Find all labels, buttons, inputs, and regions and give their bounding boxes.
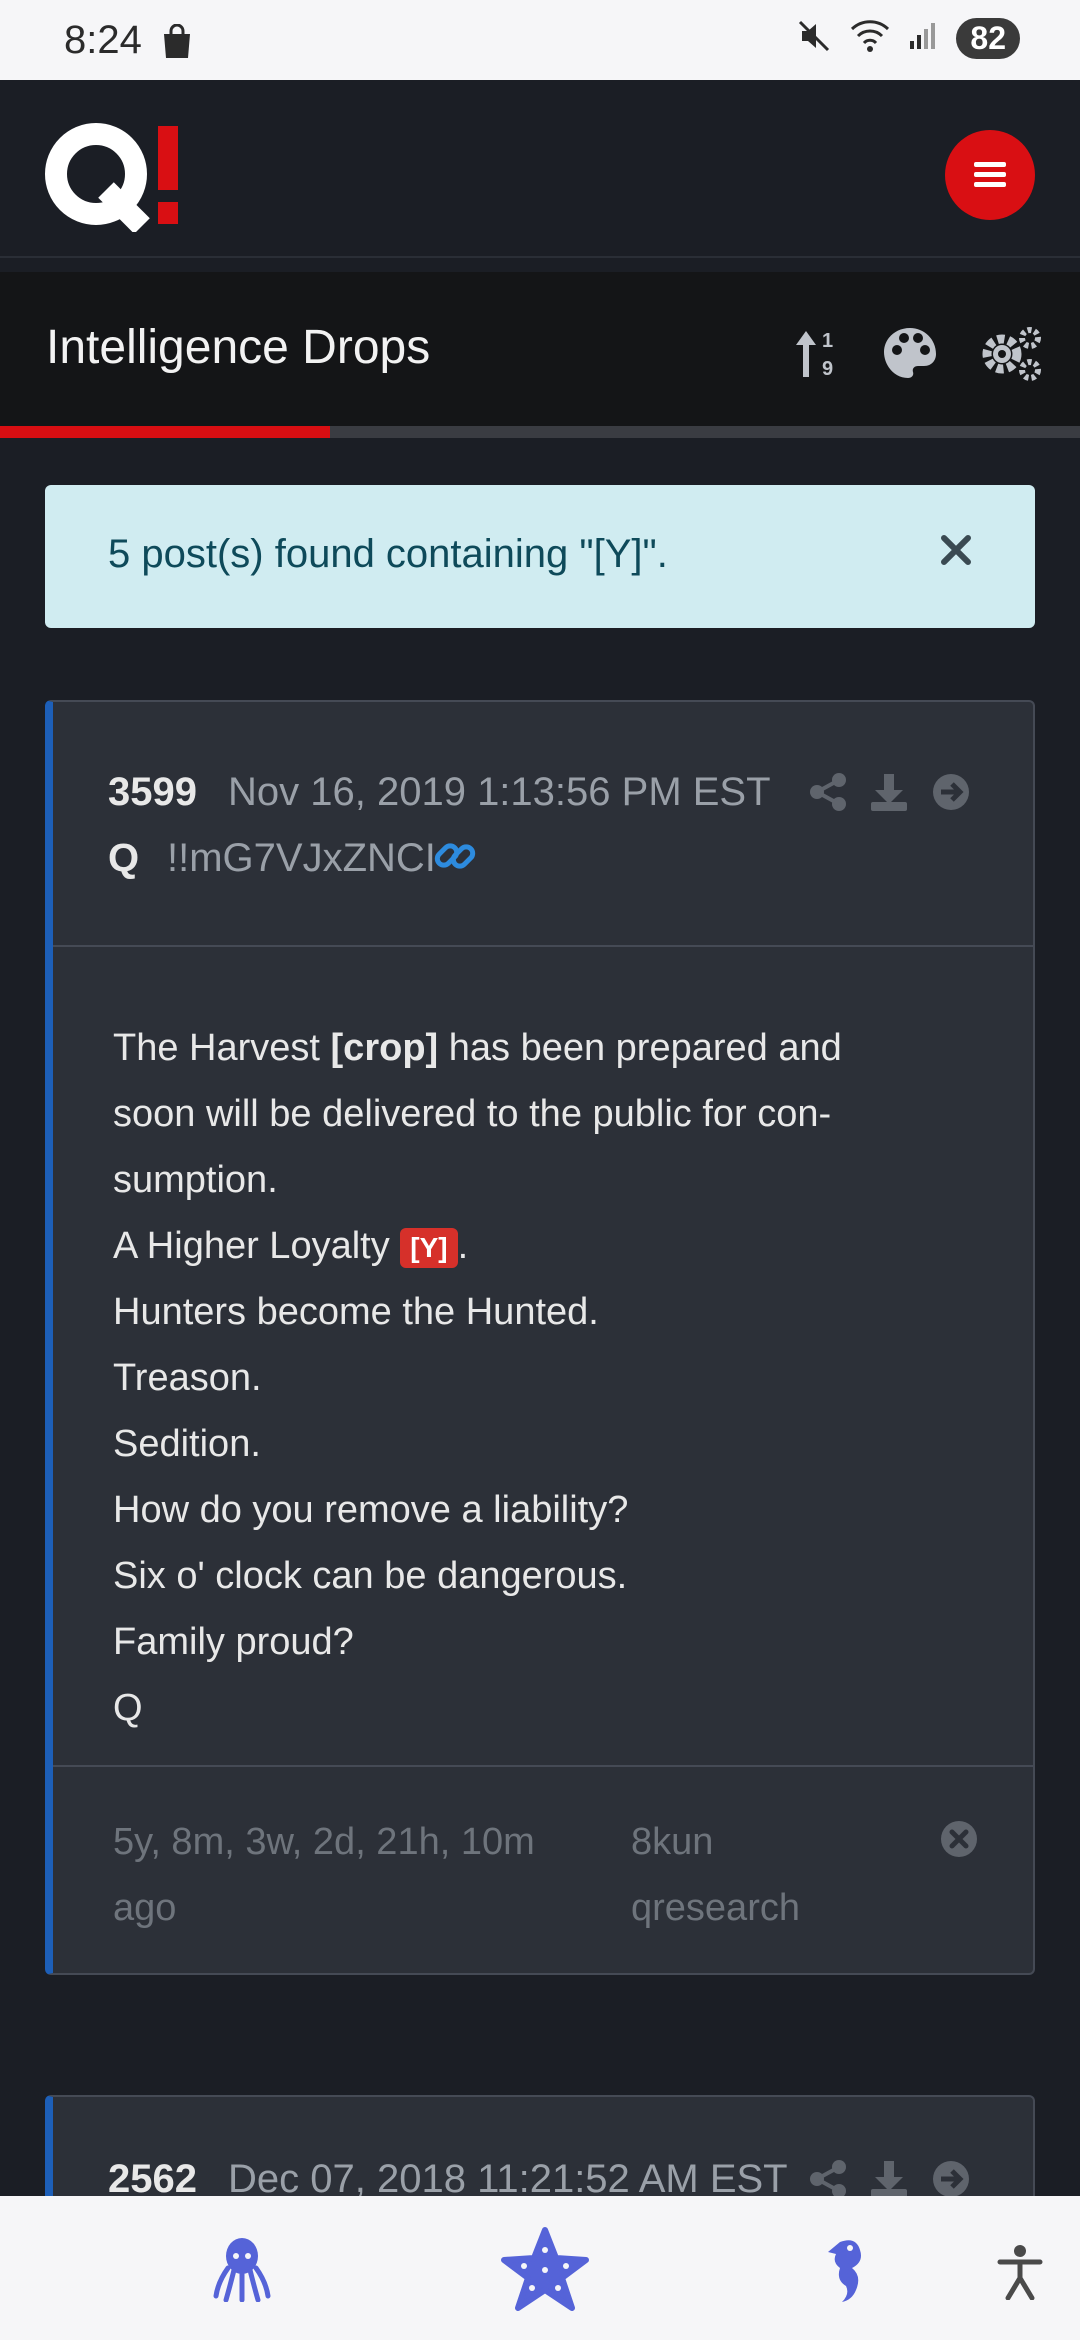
octopus-icon[interactable] [212, 2236, 272, 2307]
post-source-board: 8kun [631, 1821, 714, 1863]
post-body: The Harvest [crop] has been prepared and… [53, 947, 1033, 1767]
post-line: Six o' clock can be dangerous. [113, 1555, 628, 1597]
starfish-icon[interactable] [500, 2226, 590, 2317]
battery-indicator: 82 [956, 18, 1020, 59]
post-date: Nov 16, 2019 1:13:56 PM EST [228, 770, 771, 814]
sort-numeric-icon[interactable]: 19 [792, 325, 842, 386]
seahorse-icon[interactable] [826, 2236, 870, 2311]
arrow-circle-right-icon[interactable] [931, 772, 971, 817]
wifi-icon [850, 19, 890, 58]
post-text: The Harvest [113, 1027, 331, 1069]
post-line: Hunters become the Hunted. [113, 1291, 599, 1333]
svg-text:9: 9 [822, 358, 833, 380]
post-tripcode: !!mG7VJxZNCI [167, 836, 436, 880]
signal-icon [908, 21, 938, 56]
alert-message: 5 post(s) found containing "[Y]". [108, 532, 668, 576]
post-line: A Higher Loyalty [Y]. [113, 1213, 973, 1279]
post-text-bold: [crop] [330, 1027, 439, 1069]
q-logo[interactable] [44, 122, 184, 234]
post-line: sumption. [113, 1159, 278, 1201]
page-title: Intelligence Drops [46, 321, 431, 374]
status-time: 8:24 [64, 18, 142, 62]
post-age-line: 5y, 8m, 3w, 2d, 21h, 10m [113, 1821, 535, 1863]
post-header: 3599 Nov 16, 2019 1:13:56 PM EST Q !!mG7… [53, 702, 1033, 947]
hamburger-menu-icon[interactable] [945, 130, 1035, 220]
post-line: Treason. [113, 1357, 262, 1399]
post-text: has been prepared and [438, 1027, 842, 1069]
svg-text:1: 1 [822, 330, 833, 352]
post-line: How do you remove a liability? [113, 1489, 629, 1531]
scroll-progress-fill [0, 426, 331, 438]
post-number[interactable]: 3599 [108, 770, 197, 815]
post-source[interactable]: 8kun qresearch [631, 1809, 891, 1941]
scroll-progress-bar [0, 426, 1080, 438]
mute-icon [796, 18, 832, 59]
settings-gears-icon[interactable] [978, 324, 1044, 387]
post-source-channel: qresearch [631, 1887, 800, 1929]
search-highlight-tag: [Y] [400, 1227, 458, 1268]
download-icon[interactable] [869, 772, 909, 817]
post-line: Q [113, 1687, 143, 1729]
status-bar: 8:24 82 [0, 0, 1080, 80]
post-footer: 5y, 8m, 3w, 2d, 21h, 10m ago 8kun qresea… [53, 1767, 1033, 1972]
accessibility-icon[interactable] [996, 2244, 1044, 2305]
app-header [0, 80, 1080, 258]
post-line: Family proud? [113, 1621, 354, 1663]
share-icon[interactable] [809, 772, 847, 817]
post-line: Sedition. [113, 1423, 261, 1465]
post-age: 5y, 8m, 3w, 2d, 21h, 10m ago [113, 1809, 593, 1941]
bottom-navigation [0, 2196, 1080, 2340]
post-line: soon will be delivered to the public for… [113, 1093, 832, 1135]
shopping-bag-icon [160, 23, 194, 65]
search-result-alert: 5 post(s) found containing "[Y]". [45, 485, 1035, 628]
post-age-line: ago [113, 1887, 177, 1929]
post-text: A Higher Loyalty [113, 1225, 401, 1267]
post-card: 3599 Nov 16, 2019 1:13:56 PM EST Q !!mG7… [45, 700, 1035, 1975]
close-icon[interactable] [939, 533, 973, 572]
close-circle-icon[interactable] [939, 1819, 979, 1864]
palette-icon[interactable] [882, 326, 938, 385]
title-bar: Intelligence Drops 19 [0, 272, 1080, 426]
link-icon[interactable] [433, 834, 477, 883]
post-line: The Harvest [crop] has been prepared and [113, 1015, 973, 1081]
post-author: Q [108, 836, 140, 880]
post-text: . [457, 1225, 469, 1267]
